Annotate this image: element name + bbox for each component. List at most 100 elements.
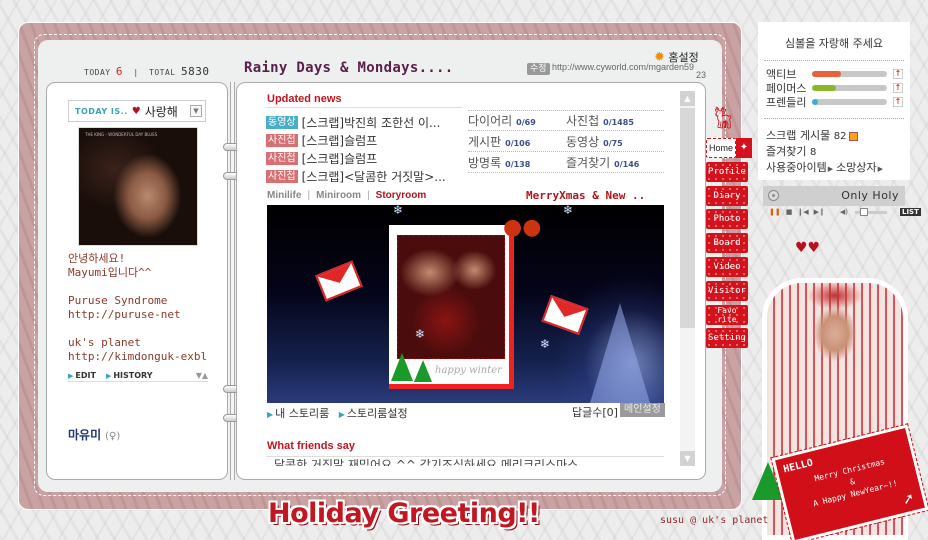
tab-storyroom[interactable]: Storyroom <box>376 190 427 201</box>
photo-caption: THE KING - WONDERFUL DAY BLUES <box>85 132 158 137</box>
up-arrow-icon[interactable]: ↑ <box>893 97 903 107</box>
stat-video[interactable]: 동영상 0/75 <box>566 133 664 150</box>
stat-label: 다이어리 <box>468 114 513 128</box>
owner-name[interactable]: 마유미 (♀) <box>68 426 120 443</box>
news-tag: 사진첩 <box>266 133 298 147</box>
meter-friendly: 프렌들리 ↑ <box>766 95 903 109</box>
triangle-right-icon: ▶ <box>827 165 834 173</box>
history-link[interactable]: ▶ HISTORY <box>106 371 153 380</box>
playlist-button[interactable]: LIST <box>899 208 921 216</box>
scrap-posts[interactable]: 스크랩 게시물 82 <box>766 128 886 144</box>
storyroom-settings-link[interactable]: ▶ 스토리룸설정 <box>339 407 408 420</box>
news-item[interactable]: 사진첩 [스크랩]슬럼프 <box>266 149 462 167</box>
menu-tab-video[interactable]: Video <box>706 256 748 277</box>
scroll-down-icon[interactable]: ▼ <box>680 451 695 466</box>
snowflake-icon: ❄ <box>563 205 574 217</box>
storyroom-settings-label: 스토리룸설정 <box>346 407 408 420</box>
today-is-label: TODAY IS.. <box>75 106 128 116</box>
edit-link[interactable]: ▶ EDIT <box>68 371 96 380</box>
stop-icon[interactable]: ■ <box>786 208 793 216</box>
news-text: [스크랩]박진희 조한선 이... <box>301 115 441 130</box>
player-controls: ❚❚ ■ ❙◀ ▶❙ ◀) LIST <box>769 207 921 216</box>
heart-icon: ♥ <box>131 105 141 117</box>
scrap-count: 82 <box>833 131 847 142</box>
next-icon[interactable]: ▶❙ <box>814 208 825 216</box>
symbol-info: 스크랩 게시물 82 즐겨찾기 8 사용중아이템▶ 소망상자▶ <box>766 128 886 177</box>
items-in-use-link[interactable]: 사용중아이템 <box>766 161 827 174</box>
mood-value: 사랑해 <box>144 104 178 119</box>
updated-news-list: 동영상 [스크랩]박진희 조한선 이... 사진첩 [스크랩]슬럼프 사진첩 [스크랩… <box>266 113 462 185</box>
stat-board[interactable]: 게시판 0/106 <box>468 133 566 150</box>
menu-tab-setting[interactable]: Setting <box>706 328 748 349</box>
scroll-up-icon[interactable]: ▲ <box>680 91 695 106</box>
snowflake-icon: ❄ <box>540 337 551 351</box>
profile-photo[interactable]: THE KING - WONDERFUL DAY BLUES <box>78 127 198 246</box>
menu-tab-favorite[interactable]: Favo rite <box>706 305 748 325</box>
tree-icon <box>414 360 432 382</box>
my-storyroom-link[interactable]: ▶ 내 스토리룸 <box>267 407 329 420</box>
tree-icon <box>391 353 413 381</box>
arrow-icon: ➚ <box>900 490 917 509</box>
up-arrow-icon[interactable]: ↑ <box>893 69 903 79</box>
holiday-greeting-banner: Holiday Greeting!! <box>268 498 540 529</box>
news-text: [스크랩]슬럼프 <box>301 133 378 148</box>
meter-bar <box>812 85 887 91</box>
tab-miniroom[interactable]: Miniroom <box>316 190 361 201</box>
owner-name-text: 마유미 <box>68 428 102 442</box>
tab-minilife[interactable]: Minilife <box>267 190 301 201</box>
main-settings-button[interactable]: 메인설정 <box>620 403 665 417</box>
stats-row: 다이어리 0/69 사진첩 0/1485 <box>468 110 664 131</box>
menu-tab-visitor[interactable]: Visitor <box>706 280 748 301</box>
stat-label: 방명록 <box>468 155 502 170</box>
wish-box-link[interactable]: 소망상자 <box>836 161 876 174</box>
menu-tab-profile[interactable]: Profile <box>706 161 748 182</box>
previous-icon[interactable]: ❙◀ <box>797 208 808 216</box>
news-item[interactable]: 사진첩 [스크랩]슬럼프 <box>266 131 462 149</box>
stat-diary[interactable]: 다이어리 0/69 <box>468 112 566 129</box>
friends-comment[interactable]: 달콤한 거짓말 재밌어요 ^^ 감기조심하세요 메리크리스마스 <box>274 459 664 466</box>
stat-guestbook[interactable]: 방명록 0/138 <box>468 154 566 171</box>
storyroom-canvas[interactable]: happy winter ●● ❄ ❄ ❄ ❄ <box>267 205 664 403</box>
today-label: TODAY <box>84 68 111 77</box>
news-item[interactable]: 동영상 [스크랩]박진희 조한선 이... <box>266 113 462 131</box>
chevron-down-icon[interactable]: ▼ <box>190 105 202 117</box>
news-item[interactable]: 사진첩 [스크랩]<달콤한 거짓말>... <box>266 167 462 185</box>
menu-tab-diary[interactable]: Diary <box>706 185 748 206</box>
mood-selector[interactable]: TODAY IS.. ♥ 사랑해 ▼ <box>68 100 206 122</box>
scroll-arrows-icon[interactable]: ▼▲ <box>196 371 208 380</box>
stat-photo[interactable]: 사진첩 0/1485 <box>566 112 664 129</box>
song-title: Only Holy <box>841 189 899 202</box>
volume-knob[interactable] <box>859 207 868 216</box>
snowflake-icon: ❄ <box>393 205 404 217</box>
page-title[interactable]: Rainy Days & Mondays.... <box>244 60 454 76</box>
symbol-widget: 심볼을 자랑해 주세요 액티브 ↑ 페이머스 ↑ 프렌들리 ↑ 스크랩 게시물 … <box>758 22 910 180</box>
stat-favorites[interactable]: 즐겨찾기 0/146 <box>566 154 664 171</box>
meter-bar <box>812 99 887 105</box>
volume-slider[interactable] <box>854 207 887 216</box>
triangle-right-icon: ▶ <box>267 410 274 419</box>
cd-icon <box>768 190 779 201</box>
divider <box>764 118 904 119</box>
reply-count: 답글수[0] <box>572 406 618 419</box>
pause-icon[interactable]: ❚❚ <box>769 208 781 216</box>
favorites-label: 즐겨찾기 <box>766 145 807 158</box>
envelope-icon[interactable] <box>541 295 589 335</box>
scroll-thumb[interactable] <box>680 108 695 328</box>
edit-title-button[interactable]: 수정 <box>527 63 550 75</box>
homepage-url[interactable]: http://www.cyworld.com/mgarden59 <box>552 62 694 72</box>
stat-count: 0/146 <box>614 159 640 169</box>
menu-tab-home[interactable]: Home <box>706 138 736 158</box>
reindeer-badge-icon: ✦ <box>736 138 752 158</box>
menu-tab-board[interactable]: Board <box>706 233 748 254</box>
envelope-icon[interactable] <box>315 260 363 302</box>
divider <box>764 60 904 61</box>
main-scrollbar[interactable]: ▲ ▼ <box>680 91 695 466</box>
up-arrow-icon[interactable]: ↑ <box>893 83 903 93</box>
stat-count: 0/106 <box>505 138 531 148</box>
volume-icon: ◀) <box>839 208 848 216</box>
storyroom-links: ▶ 내 스토리룸 ▶ 스토리룸설정 <box>267 405 408 421</box>
favorites-count[interactable]: 즐겨찾기 8 <box>766 144 886 160</box>
menu-tab-photo[interactable]: Photo <box>706 209 748 230</box>
storyroom-photo <box>397 235 505 359</box>
holly-icon: ●● <box>503 215 542 240</box>
